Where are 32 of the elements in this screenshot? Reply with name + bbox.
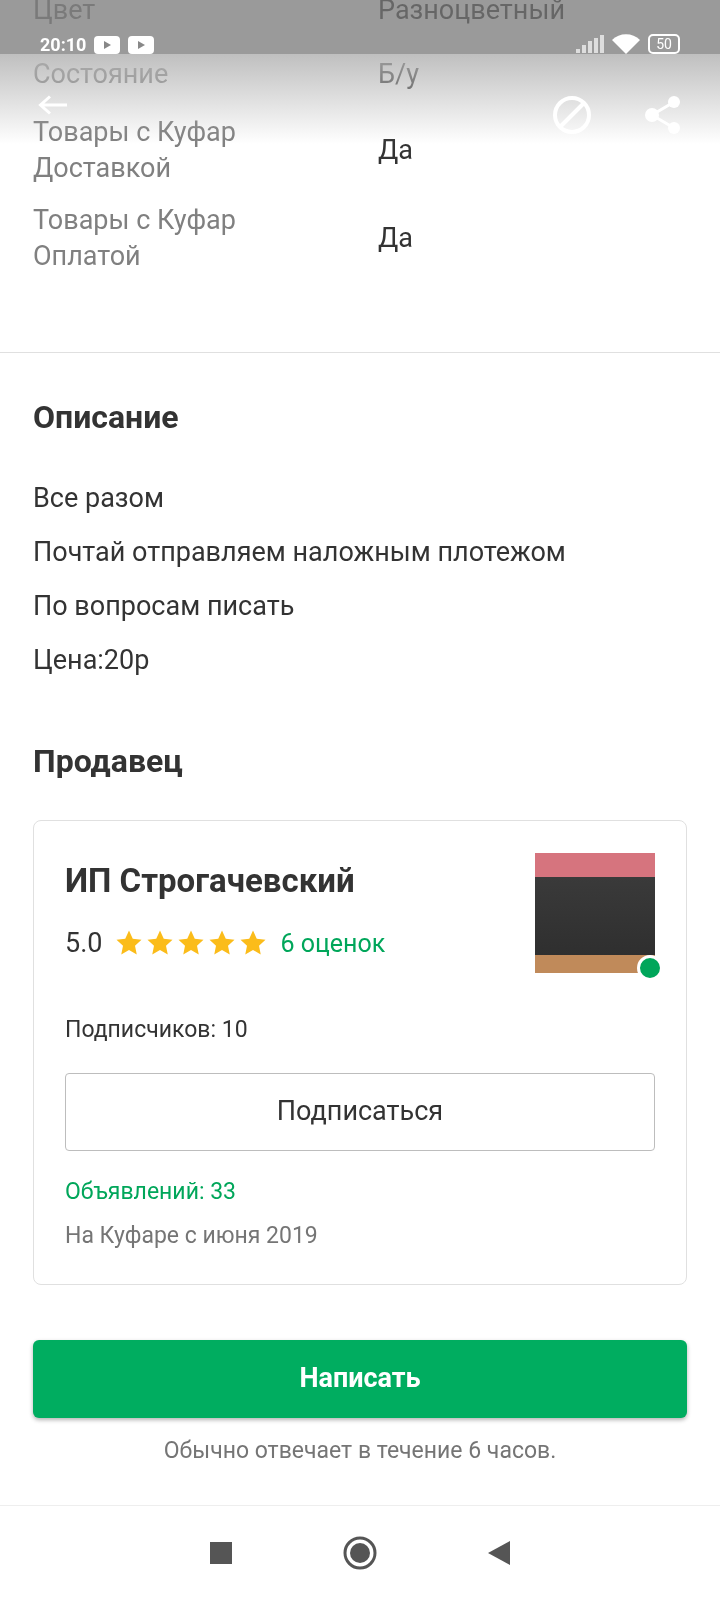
subscribe-button[interactable]: Подписаться xyxy=(65,1072,655,1151)
block-icon[interactable] xyxy=(552,95,592,135)
rating-value: 5.0 xyxy=(65,926,103,961)
ads-count[interactable]: Объявлений: 33 xyxy=(65,1174,655,1209)
description-line: Все разом xyxy=(33,481,165,516)
spec-value: Да xyxy=(378,132,413,168)
reviews-link[interactable]: 6 оценок xyxy=(280,924,386,962)
description-line: Цена:20р xyxy=(33,643,151,678)
video-icon xyxy=(94,36,121,54)
spec-value: Б/у xyxy=(378,56,419,92)
member-since: На Куфаре с июня 2019 xyxy=(65,1221,319,1251)
status-time: 20:10 xyxy=(40,36,87,54)
description-line: По вопросам писать xyxy=(33,589,296,624)
video-icon xyxy=(128,36,155,54)
write-button[interactable]: Написать xyxy=(33,1339,687,1418)
spec-value: Да xyxy=(378,220,413,256)
back-triangle-icon[interactable] xyxy=(488,1541,510,1565)
seller-name[interactable]: ИП Строгачевский xyxy=(65,861,386,901)
spec-label: Товары с Куфар Оплатой xyxy=(33,203,237,274)
back-arrow-icon[interactable] xyxy=(38,95,68,115)
circle-icon[interactable] xyxy=(342,1535,378,1571)
reply-note: Обычно отвечает в течение 6 часов. xyxy=(162,1435,558,1466)
square-icon[interactable] xyxy=(210,1542,232,1564)
section-title: Продавец xyxy=(33,741,184,782)
section-title: Описание xyxy=(33,397,180,438)
subscribers-count: Подписчиков: 10 xyxy=(65,1015,249,1045)
signal-icon xyxy=(576,35,605,53)
share-icon[interactable] xyxy=(644,95,682,135)
description-line: Почтай отправляем наложным плотежом xyxy=(33,535,567,570)
battery-indicator: 50 xyxy=(648,34,680,54)
spec-label: Товары с Куфар Доставкой xyxy=(33,115,237,186)
wifi-icon xyxy=(612,34,641,54)
